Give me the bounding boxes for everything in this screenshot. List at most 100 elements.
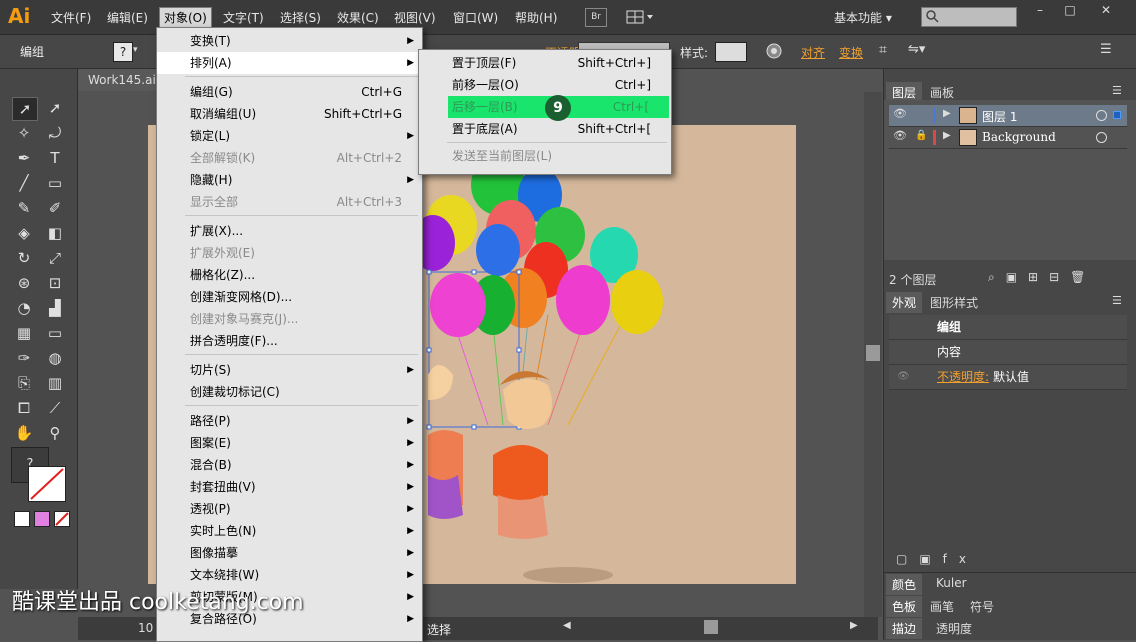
mesh-tool-icon[interactable]: ▦ [12,322,36,344]
color-mode-icon[interactable] [14,511,30,527]
gradient-mode-icon[interactable] [34,511,50,527]
vertical-scroll-thumb[interactable] [866,345,880,361]
status-tool-label[interactable]: 选择 [427,621,451,638]
none-mode-icon[interactable] [54,511,70,527]
search-input[interactable] [921,7,1017,27]
symbol-options-icon[interactable]: ⇋▾ [908,42,930,60]
pencil-icon[interactable]: ✐ [43,197,67,219]
chart-tool-icon[interactable]: ▟ [43,297,67,319]
menu-item[interactable]: 窗口(W) [453,9,498,26]
tab-kuler[interactable]: Kuler [930,574,973,592]
close-button[interactable]: ✕ [1092,3,1120,18]
artboard-tool-icon[interactable]: ⧠ [12,397,36,419]
appearance-row[interactable]: 👁 不透明度: 默认值 [889,365,1127,390]
layer-row[interactable]: 👁 🔒 ▶ Background [889,127,1127,149]
magic-wand-icon[interactable]: ✧ [12,122,36,144]
stroke-swatch[interactable] [28,466,66,502]
horizontal-scroll-thumb[interactable] [704,620,718,634]
slice-tool-icon[interactable]: ⟋ [43,397,67,419]
menu-item[interactable]: 封套扭曲(V) ▶ [157,476,422,498]
menu-item[interactable]: 效果(C) [337,9,379,26]
panel-menu-icon[interactable]: ☰ [1112,294,1122,307]
recolor-icon[interactable] [766,43,782,59]
menu-item[interactable]: 文字(T) [223,9,264,26]
menu-item[interactable]: 排列(A) ▶ [157,52,422,74]
menu-item[interactable]: 锁定(L) ▶ [157,125,422,147]
eyedropper-icon[interactable]: ✑ [12,347,36,369]
line-tool-icon[interactable]: ╱ [12,172,36,194]
layer-row[interactable]: 👁 ▶ 图层 1 [889,105,1127,127]
eraser-icon[interactable]: ◧ [43,222,67,244]
maximize-button[interactable]: □ [1056,3,1084,18]
tab-stroke[interactable]: 描边 [886,618,923,639]
shape-builder-icon[interactable]: ◔ [12,297,36,319]
scale-tool-icon[interactable]: ⤢ [43,247,67,269]
pen-tool-icon[interactable]: ✒ [12,147,36,169]
bridge-button[interactable]: Br [585,8,607,27]
target-icon[interactable] [1096,110,1107,121]
menu-item[interactable]: 编组(G) Ctrl+G [157,81,422,103]
minimize-button[interactable]: – [1026,3,1054,18]
lock-icon[interactable]: 🔒 [915,130,927,141]
menu-item[interactable]: 路径(P) ▶ [157,410,422,432]
scroll-right-icon[interactable]: ▶ [850,620,862,634]
menu-item[interactable]: 拼合透明度(F)... [157,330,422,352]
eye-icon[interactable]: 👁 [893,129,907,142]
symbol-sprayer-icon[interactable]: ⎘ [12,372,36,394]
menu-item[interactable]: 文本绕排(W) ▶ [157,564,422,586]
lasso-icon[interactable]: ⤾ [43,122,67,144]
menu-item[interactable]: 图像描摹 ▶ [157,542,422,564]
direct-selection-tool-icon[interactable]: ➚ [43,97,67,119]
panel-menu-icon[interactable]: ☰ [1100,42,1118,60]
blend-tool-icon[interactable]: ◍ [43,347,67,369]
menu-item[interactable]: 扩展(X)... [157,220,422,242]
width-tool-icon[interactable]: ⊛ [12,272,36,294]
menu-item[interactable]: 对象(O) [159,7,212,28]
submenu-item[interactable]: 置于底层(A) Shift+Ctrl+[ [419,118,671,140]
selection-tool-icon[interactable]: ➚ [12,97,38,121]
paintbrush-icon[interactable]: ✎ [12,197,36,219]
layers-panel-actions[interactable]: ⌕▣⊞⊟🗑 [988,270,1096,285]
menu-item[interactable]: 透视(P) ▶ [157,498,422,520]
tab-swatches[interactable]: 色板 [886,596,923,617]
panel-menu-icon[interactable]: ☰ [1112,84,1122,97]
appearance-row[interactable]: 内容 [889,340,1127,365]
menu-item[interactable]: 创建裁切标记(C) [157,381,422,403]
tab-graphic-styles[interactable]: 图形样式 [924,292,984,313]
tab-color[interactable]: 颜色 [886,574,923,595]
eye-icon[interactable]: 👁 [897,365,910,389]
appearance-panel-actions[interactable]: ▢▣fx [896,552,978,566]
gradient-tool-icon[interactable]: ▭ [43,322,67,344]
type-tool-icon[interactable]: T [43,147,67,169]
column-graph-icon[interactable]: ▥ [43,372,67,394]
zoom-field[interactable]: 10 [138,621,153,635]
target-icon[interactable] [1096,132,1107,143]
submenu-item[interactable]: 置于顶层(F) Shift+Ctrl+] [419,52,671,74]
tab-brushes[interactable]: 画笔 [924,596,960,617]
tab-transparency[interactable]: 透明度 [930,618,978,639]
fill-swatch[interactable]: ? [113,42,133,62]
menu-item[interactable]: 图案(E) ▶ [157,432,422,454]
selection-indicator-icon[interactable] [1113,111,1121,119]
menu-item[interactable]: 变换(T) ▶ [157,30,422,52]
blob-brush-icon[interactable]: ◈ [12,222,36,244]
arrange-documents-icon[interactable] [626,9,656,25]
menu-item[interactable]: 视图(V) [394,9,436,26]
menu-item[interactable]: 混合(B) ▶ [157,454,422,476]
isolate-icon[interactable]: ⌗ [879,42,897,60]
menu-item[interactable]: 切片(S) ▶ [157,359,422,381]
opacity-link[interactable]: 不透明度: [937,365,989,389]
rectangle-tool-icon[interactable]: ▭ [43,172,67,194]
align-link[interactable]: 对齐 [801,44,825,61]
transform-link[interactable]: 变换 [839,44,863,61]
expand-triangle-icon[interactable]: ▶ [943,130,951,141]
submenu-item[interactable]: 前移一层(O) Ctrl+] [419,74,671,96]
tab-appearance[interactable]: 外观 [886,292,923,313]
scroll-left-icon[interactable]: ◀ [563,620,575,634]
style-swatch[interactable] [715,42,747,62]
expand-triangle-icon[interactable]: ▶ [943,108,951,119]
document-tab[interactable]: Work145.ai [78,69,166,91]
free-transform-icon[interactable]: ⊡ [43,272,67,294]
appearance-row[interactable]: 编组 [889,315,1127,340]
eye-icon[interactable]: 👁 [893,107,907,120]
